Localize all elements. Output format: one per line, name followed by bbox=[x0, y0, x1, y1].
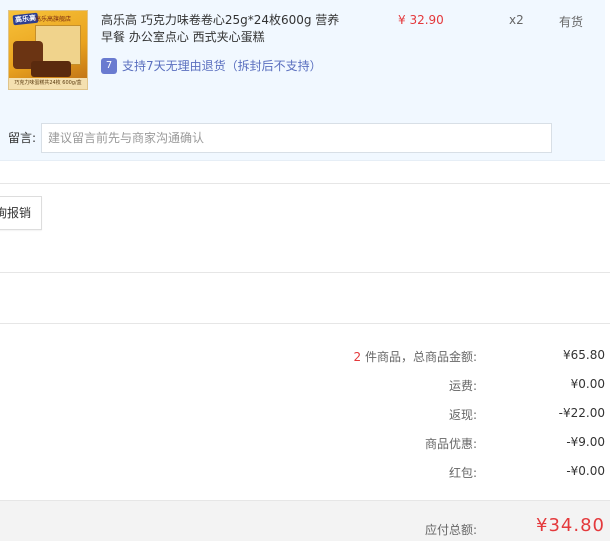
redpacket-value: -¥0.00 bbox=[566, 464, 605, 478]
goods-total-value: ¥65.80 bbox=[563, 348, 605, 362]
product-thumbnail[interactable]: 高乐高 高乐高旗舰店 巧克力味蛋糕共24枚 600g/盒 bbox=[8, 10, 88, 90]
remark-input[interactable] bbox=[41, 123, 552, 153]
product-name-link[interactable]: 高乐高 巧克力味卷卷心25g*24枚600g 营养早餐 办公室点心 西式夹心蛋糕 bbox=[101, 12, 341, 46]
cashback-row: 返现: -¥22.00 bbox=[0, 406, 605, 426]
discount-row: 商品优惠: -¥9.00 bbox=[0, 435, 605, 455]
unit-price: ¥ 32.90 bbox=[398, 13, 444, 27]
cake-image bbox=[31, 61, 71, 77]
goods-total-text: 件商品，总商品金额: bbox=[364, 350, 477, 364]
report-button[interactable]: 询报销 bbox=[0, 196, 42, 230]
divider bbox=[0, 272, 610, 273]
return-policy-text[interactable]: 支持7天无理由退货（拆封后不支持） bbox=[122, 58, 322, 74]
redpacket-label: 红包: bbox=[448, 466, 477, 480]
thumbnail-caption: 巧克力味蛋糕共24枚 600g/盒 bbox=[9, 78, 87, 89]
cashback-label: 返现: bbox=[448, 408, 477, 422]
total-value: ¥34.80 bbox=[536, 515, 605, 536]
discount-value: -¥9.00 bbox=[566, 435, 605, 449]
stock-status: 有货 bbox=[559, 15, 584, 29]
total-label: 应付总额: bbox=[424, 523, 477, 537]
item-count: 2 bbox=[353, 350, 362, 364]
store-label: 高乐高旗舰店 bbox=[35, 16, 72, 23]
discount-label: 商品优惠: bbox=[424, 437, 477, 451]
divider bbox=[0, 323, 610, 324]
divider bbox=[0, 183, 610, 184]
total-bar: 应付总额: ¥34.80 bbox=[0, 500, 610, 541]
cashback-value: -¥22.00 bbox=[558, 406, 605, 420]
shipping-label: 运费: bbox=[448, 379, 477, 393]
order-item-card: 高乐高 高乐高旗舰店 巧克力味蛋糕共24枚 600g/盒 高乐高 巧克力味卷卷心… bbox=[0, 0, 605, 161]
quantity: x2 bbox=[509, 13, 524, 27]
return-policy-icon: 7 bbox=[101, 58, 117, 74]
redpacket-row: 红包: -¥0.00 bbox=[0, 464, 605, 484]
goods-total-row: 2 件商品，总商品金额: ¥65.80 bbox=[0, 348, 605, 368]
shipping-value: ¥0.00 bbox=[570, 377, 605, 391]
goods-total-label: 2 件商品，总商品金额: bbox=[353, 348, 477, 365]
remark-label: 留言: bbox=[8, 131, 37, 145]
shipping-row: 运费: ¥0.00 bbox=[0, 377, 605, 397]
